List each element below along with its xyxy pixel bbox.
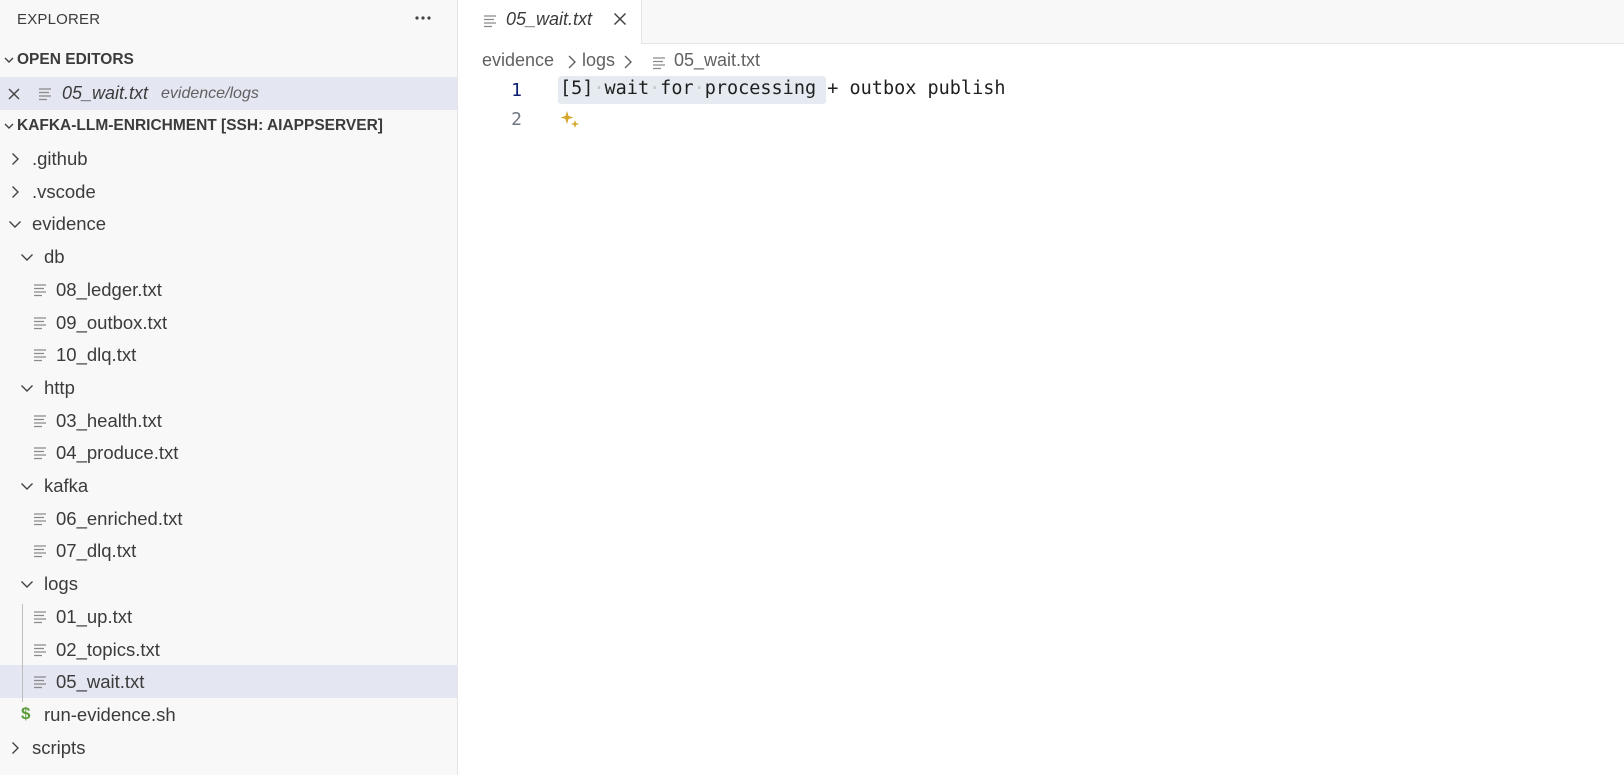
chevron-right-icon — [7, 740, 23, 756]
tree-item-label: 08_ledger.txt — [56, 278, 162, 300]
tree-item-label: logs — [44, 573, 78, 595]
tree-file-02-topics-txt[interactable]: 02_topics.txt — [0, 633, 457, 666]
chevron-down-icon — [0, 120, 17, 132]
tree-item-label: 06_enriched.txt — [56, 507, 183, 529]
text-file-icon — [33, 512, 47, 526]
tree-folder-github[interactable]: .github — [0, 142, 457, 175]
tree-item-label: http — [44, 376, 75, 398]
tree-item-label: 05_wait.txt — [56, 671, 145, 693]
text-file-icon — [38, 87, 52, 101]
tree-item-label: db — [44, 246, 65, 268]
tree-folder-http[interactable]: http — [0, 371, 457, 404]
tree-item-label: 07_dlq.txt — [56, 540, 137, 562]
tree-item-label: 10_dlq.txt — [56, 344, 137, 366]
tree-file-05-wait-txt[interactable]: 05_wait.txt — [0, 665, 457, 699]
tree-file-03-health-txt[interactable]: 03_health.txt — [0, 404, 457, 437]
tree-item-label: .github — [32, 148, 88, 169]
code-editor[interactable]: 1 [5]·wait·for·processing + outbox publi… — [458, 76, 1624, 775]
open-editor-path: evidence/logs — [161, 85, 259, 102]
explorer-header: EXPLORER — [0, 0, 457, 38]
more-actions-icon[interactable] — [412, 6, 434, 28]
tree-item-label: 02_topics.txt — [56, 638, 160, 660]
text-file-icon — [483, 13, 497, 28]
line-number: 1 — [511, 80, 522, 101]
tree-item-label: .vscode — [32, 180, 96, 202]
close-icon[interactable] — [611, 10, 629, 28]
breadcrumb-item-file[interactable]: 05_wait.txt — [674, 50, 760, 71]
text-file-icon — [33, 283, 47, 297]
tree-item-label: evidence — [32, 213, 107, 235]
chevron-down-icon — [7, 216, 23, 232]
tree-item-label: kafka — [44, 475, 89, 496]
tree-file-10-dlq-txt[interactable]: 10_dlq.txt — [0, 338, 457, 371]
workspace-label: KAFKA-LLM-ENRICHMENT [SSH: AIAPPSERVER] — [17, 117, 383, 134]
tree-item-label: 01_up.txt — [56, 605, 133, 627]
tree-file-06-enriched-txt[interactable]: 06_enriched.txt — [0, 502, 457, 535]
tree-file-09-outbox-txt[interactable]: 09_outbox.txt — [0, 306, 457, 339]
editor-tab-bar: 05_wait.txt — [458, 0, 1624, 44]
text-file-icon — [33, 643, 47, 657]
chevron-down-icon — [19, 576, 35, 592]
tab-05-wait-txt[interactable]: 05_wait.txt — [458, 0, 642, 44]
text-file-icon — [33, 414, 47, 428]
explorer-sidebar: EXPLORER OPEN EDITORS 05_wait.txt eviden… — [0, 0, 458, 775]
indent-guide — [22, 604, 23, 702]
open-editors-header[interactable]: OPEN EDITORS — [0, 46, 457, 74]
tree-folder-logs[interactable]: logs — [0, 567, 457, 600]
tree-file-04-produce-txt[interactable]: 04_produce.txt — [0, 436, 457, 469]
tree-folder-vscode[interactable]: .vscode — [0, 175, 457, 208]
chevron-down-icon — [19, 249, 35, 265]
tree-file-08-ledger-txt[interactable]: 08_ledger.txt — [0, 273, 457, 306]
open-editors-label: OPEN EDITORS — [17, 51, 134, 68]
open-editor-item[interactable]: 05_wait.txt evidence/logs — [0, 77, 457, 110]
line-number: 2 — [511, 109, 522, 130]
tab-label: 05_wait.txt — [506, 9, 593, 29]
text-file-icon — [33, 446, 47, 460]
sparkle-icon[interactable] — [559, 109, 581, 131]
tree-item-label: 03_health.txt — [56, 409, 162, 431]
open-editor-filename: 05_wait.txt — [62, 83, 149, 103]
vscode-window: EXPLORER OPEN EDITORS 05_wait.txt eviden… — [0, 0, 1624, 775]
text-file-icon — [33, 348, 47, 362]
explorer-title: EXPLORER — [17, 11, 101, 28]
chevron-down-icon — [19, 478, 35, 494]
chevron-right-icon — [622, 54, 634, 70]
tree-file-run-evidence-sh[interactable]: $ run-evidence.sh — [0, 698, 457, 731]
text-file-icon — [33, 544, 47, 558]
tree-item-label: scripts — [32, 736, 86, 758]
tree-file-07-dlq-txt[interactable]: 07_dlq.txt — [0, 534, 457, 567]
text-file-icon — [652, 54, 666, 70]
breadcrumb-item-evidence[interactable]: evidence — [482, 50, 554, 71]
text-file-icon — [33, 610, 47, 624]
chevron-right-icon — [566, 54, 578, 70]
shell-script-icon: $ — [21, 703, 31, 723]
tree-folder-scripts[interactable]: scripts — [0, 731, 457, 764]
tree-item-label: 09_outbox.txt — [56, 311, 168, 333]
workspace-header[interactable]: KAFKA-LLM-ENRICHMENT [SSH: AIAPPSERVER] — [0, 112, 457, 140]
code-line[interactable]: [5]·wait·for·processing + outbox publish — [560, 78, 1005, 99]
tree-item-label: run-evidence.sh — [44, 703, 176, 725]
chevron-right-icon — [7, 151, 23, 167]
tree-file-01-up-txt[interactable]: 01_up.txt — [0, 600, 457, 633]
tree-item-label: 04_produce.txt — [56, 442, 179, 464]
text-file-icon — [33, 675, 47, 689]
tree-folder-db[interactable]: db — [0, 240, 457, 273]
chevron-down-icon — [0, 54, 17, 66]
tree-folder-kafka[interactable]: kafka — [0, 469, 457, 502]
text-file-icon — [33, 316, 47, 330]
tree-folder-evidence[interactable]: evidence — [0, 207, 457, 240]
chevron-right-icon — [7, 184, 23, 200]
close-icon[interactable] — [6, 86, 22, 102]
breadcrumb-item-logs[interactable]: logs — [582, 50, 615, 71]
chevron-down-icon — [19, 380, 35, 396]
